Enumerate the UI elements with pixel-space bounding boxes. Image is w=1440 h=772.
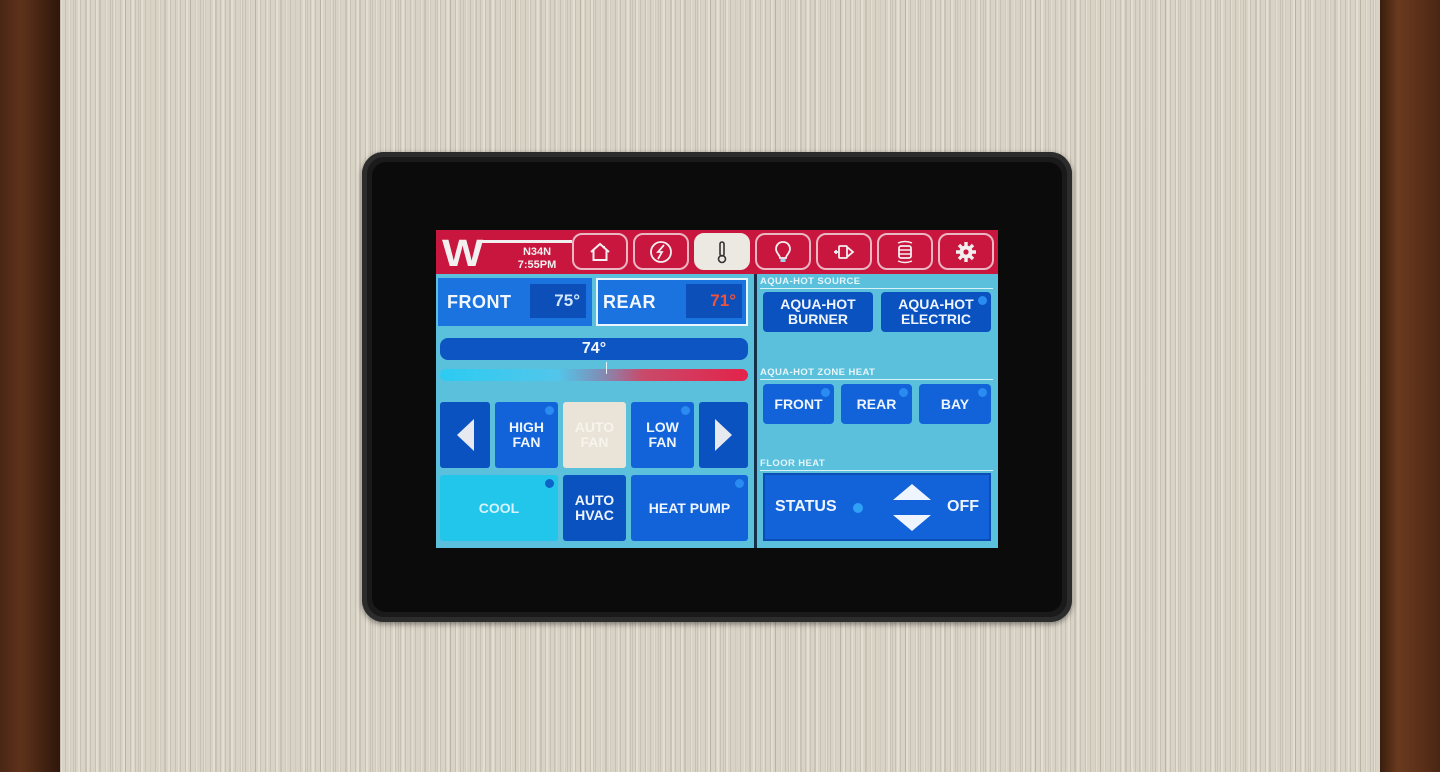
zone-heat-front-label: FRONT [774, 395, 823, 412]
zone-rear-temp: 71° [686, 284, 742, 318]
unit-id: N34N [522, 246, 552, 258]
arrow-left-icon [456, 419, 474, 451]
brand-logo: W N34N 7:55PM [440, 233, 572, 275]
lightbulb-icon [775, 240, 791, 262]
aqua-hot-zone-title: AQUA-HOT ZONE HEAT [760, 367, 876, 378]
indicator-dot [978, 296, 987, 305]
section-divider [760, 470, 993, 471]
zone-rear-label: REAR [603, 291, 657, 312]
high-fan-button[interactable]: HIGH FAN [495, 402, 558, 468]
lightning-bolt-icon [650, 240, 672, 263]
aqua-hot-electric-button[interactable]: AQUA-HOT ELECTRIC [881, 292, 991, 332]
zone-front-label: FRONT [447, 291, 512, 312]
house-icon [590, 242, 610, 261]
section-divider [760, 288, 993, 289]
zone-rear-button[interactable]: REAR 71° [596, 278, 748, 326]
high-fan-label: HIGH FAN [509, 419, 544, 450]
floor-heat-title: FLOOR HEAT [760, 458, 826, 469]
zone-heat-rear-label: REAR [856, 395, 897, 412]
floor-heat-control: STATUS OFF [763, 473, 991, 541]
nav-climate-button[interactable] [694, 233, 750, 270]
zone-front-button[interactable]: FRONT 75° [438, 278, 592, 326]
heat-pump-label: HEAT PUMP [648, 499, 731, 516]
nav-lighting-button[interactable] [755, 233, 811, 270]
floor-heat-status-label: STATUS [775, 498, 837, 515]
fan-next-button[interactable] [699, 402, 748, 468]
thermostat-screen: W N34N 7:55PM FRONT 75° REAR 71° 74° HIG… [436, 230, 998, 548]
heat-pump-button[interactable]: HEAT PUMP [631, 475, 748, 541]
floor-heat-value: OFF [947, 498, 979, 515]
top-nav-bar: W N34N 7:55PM [436, 230, 998, 274]
aqua-hot-panel: AQUA-HOT SOURCE AQUA-HOT BURNER AQUA-HOT E… [757, 274, 998, 548]
zone-heat-bay-label: BAY [940, 395, 970, 412]
clock-time: 7:55PM [517, 259, 557, 271]
aqua-hot-electric-label: AQUA-HOT ELECTRIC [898, 296, 974, 327]
indicator-dot [821, 388, 830, 397]
indicator-dot [735, 479, 744, 488]
indicator-dot [681, 406, 690, 415]
wood-trim-left [0, 0, 60, 772]
zone-front-temp: 75° [530, 284, 586, 318]
floor-heat-down-button[interactable] [893, 515, 931, 531]
cool-label: COOL [478, 499, 520, 516]
auto-hvac-label: AUTO HVAC [574, 492, 615, 523]
logo-letter: W [442, 233, 483, 275]
nav-settings-button[interactable] [938, 233, 994, 270]
tank-icon [897, 240, 913, 263]
wood-trim-right [1380, 0, 1440, 772]
nav-home-button[interactable] [572, 233, 628, 270]
indicator-dot [545, 406, 554, 415]
zone-heat-bay-button[interactable]: BAY [919, 384, 991, 424]
cool-mode-button[interactable]: COOL [440, 475, 558, 541]
auto-fan-button[interactable]: AUTO FAN [563, 402, 626, 468]
auto-hvac-button[interactable]: AUTO HVAC [563, 475, 626, 541]
indicator-dot [899, 388, 908, 397]
auto-fan-label: AUTO FAN [574, 419, 615, 450]
zone-heat-rear-button[interactable]: REAR [841, 384, 912, 424]
climate-panel: FRONT 75° REAR 71° 74° HIGH FAN AUTO FAN L… [436, 274, 754, 548]
aqua-hot-source-title: AQUA-HOT SOURCE [760, 276, 861, 287]
aqua-hot-burner-button[interactable]: AQUA-HOT BURNER [763, 292, 873, 332]
setpoint-marker [606, 362, 607, 374]
setpoint-display: 74° [440, 338, 748, 360]
nav-tanks-button[interactable] [877, 233, 933, 270]
floor-heat-up-button[interactable] [893, 484, 931, 500]
zone-heat-front-button[interactable]: FRONT [763, 384, 834, 424]
temperature-slider[interactable] [440, 369, 748, 381]
low-fan-button[interactable]: LOW FAN [631, 402, 694, 468]
aqua-hot-burner-label: AQUA-HOT BURNER [780, 296, 856, 327]
low-fan-label: LOW FAN [646, 419, 679, 450]
slide-out-icon [834, 244, 855, 259]
indicator-dot [978, 388, 987, 397]
fan-previous-button[interactable] [440, 402, 490, 468]
nav-power-button[interactable] [633, 233, 689, 270]
arrow-right-icon [715, 419, 732, 451]
nav-slides-button[interactable] [816, 233, 872, 270]
thermometer-icon [717, 240, 727, 263]
indicator-dot [545, 479, 554, 488]
logo-underline [480, 240, 572, 243]
status-indicator-dot [853, 503, 863, 513]
gear-icon [956, 241, 976, 262]
section-divider [760, 379, 993, 380]
